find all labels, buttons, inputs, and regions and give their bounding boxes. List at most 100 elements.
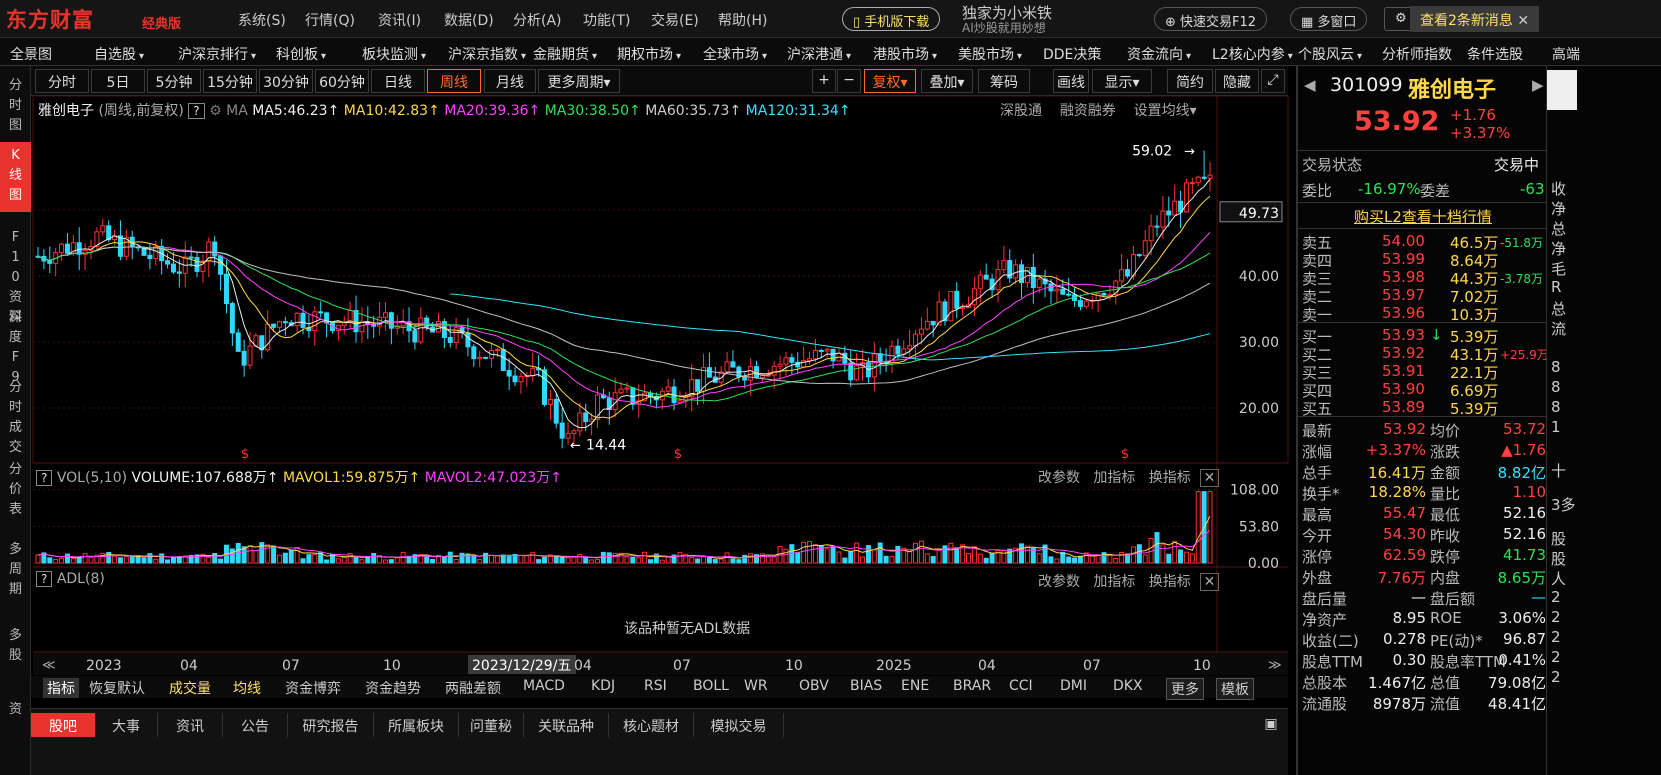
candle [541, 369, 547, 405]
close-icon[interactable]: ✕ [1199, 573, 1220, 591]
indicator-tab[interactable]: BIAS [850, 678, 882, 694]
stock-price: 53.92 [1354, 106, 1440, 137]
volume-bar [642, 551, 648, 564]
bottom-tab[interactable]: 大事 [95, 713, 158, 737]
indicator-tab[interactable]: DKX [1113, 678, 1143, 694]
next-stock-icon[interactable]: ▶ [1532, 76, 1544, 94]
bottom-tab[interactable]: 研究报告 [288, 713, 374, 737]
adl-add-indicator-button[interactable]: 加指标 [1093, 574, 1135, 590]
nav-item[interactable]: 个股风云 ▾ [1298, 44, 1362, 64]
bottom-tab[interactable]: 核心题材 [609, 713, 694, 737]
clipped-text: 2 [1551, 588, 1561, 606]
vol-params-button[interactable]: 改参数 [1038, 470, 1080, 486]
help-icon[interactable]: ? [36, 571, 53, 587]
volume-bar [341, 556, 347, 564]
adl-switch-indicator-button[interactable]: 换指标 [1149, 574, 1191, 590]
volume-bar [594, 558, 600, 564]
volume-bar [394, 557, 400, 564]
gear-icon[interactable]: ⚙ [209, 103, 222, 119]
volume-bar [88, 557, 94, 564]
indicator-tab[interactable]: RSI [644, 678, 667, 694]
panel-toggle[interactable] [1547, 70, 1577, 110]
help-icon[interactable]: ? [36, 470, 53, 486]
indicator-tab[interactable]: MACD [523, 678, 565, 694]
indicator-tab[interactable]: 资金博弈 [285, 678, 341, 698]
candle [418, 317, 424, 343]
candle [465, 332, 471, 348]
volume-bar [506, 556, 512, 564]
volume-bar [1095, 554, 1101, 564]
indicator-tab[interactable]: ENE [901, 678, 929, 694]
indicator-tab[interactable]: 成交量 [169, 678, 211, 698]
candle [412, 330, 418, 343]
nav-item[interactable]: 高端 [1552, 44, 1580, 64]
indicator-tab[interactable]: 指标 [43, 678, 79, 698]
orderbook-price: 54.00 [1382, 232, 1425, 250]
bottom-tab[interactable]: 资讯 [158, 713, 223, 737]
orderbook-change: -51.8万 [1500, 236, 1544, 250]
set-ma-button[interactable]: 设置均线 [1134, 103, 1190, 119]
indicator-tab[interactable]: 模板 [1216, 678, 1254, 700]
stat-value: 41.73 [1503, 546, 1546, 564]
indicator-tab[interactable]: WR [744, 678, 768, 694]
indicator-tab[interactable]: 恢复默认 [89, 678, 145, 698]
volume-bar [488, 554, 494, 564]
volume-bar [748, 553, 754, 564]
indicator-tab[interactable]: DMI [1060, 678, 1087, 694]
bottom-tab[interactable]: 所属板块 [374, 713, 459, 737]
volume-bar [865, 545, 871, 564]
quote-panel: ◀ 301099 雅创电子 ▶ 53.92 +1.76 +3.37% 交易状态 … [1296, 66, 1549, 775]
adl-params-button[interactable]: 改参数 [1038, 574, 1080, 590]
bottom-tab[interactable]: 关联品种 [524, 713, 609, 737]
indicator-tab[interactable]: BRAR [953, 678, 991, 694]
close-icon[interactable]: ✕ [1199, 469, 1220, 487]
news-notice-button[interactable]: 查看2条新消息 ✕ [1410, 6, 1540, 32]
prev-stock-icon[interactable]: ◀ [1304, 76, 1316, 94]
indicator-tab[interactable]: CCI [1009, 678, 1033, 694]
nav-item[interactable]: 条件选股 [1467, 44, 1523, 64]
help-icon[interactable]: ? [188, 103, 205, 119]
vol-switch-indicator-button[interactable]: 换指标 [1149, 470, 1191, 486]
indicator-tab[interactable]: 更多 [1166, 678, 1204, 700]
candle [665, 386, 671, 392]
volume-bar [382, 559, 388, 564]
candle [547, 398, 553, 405]
vol-axis-label: 108.00 [1230, 483, 1279, 499]
ma-line [450, 293, 1211, 361]
volume-bar [300, 558, 306, 564]
bottom-tab[interactable]: 问董秘 [459, 713, 524, 737]
indicator-tab[interactable]: OBV [799, 678, 829, 694]
stat-value: 54.30 [1383, 525, 1426, 543]
scroll-left-icon[interactable]: ≪ [42, 658, 56, 673]
link-margin[interactable]: 融资融券 [1060, 103, 1116, 119]
indicator-tab[interactable]: 均线 [233, 678, 261, 698]
buy-l2-link[interactable]: 购买L2查看十档行情 [1354, 206, 1492, 227]
stat-label: 最低 [1430, 506, 1461, 524]
scroll-right-icon[interactable]: ≫ [1268, 658, 1282, 673]
time-axis-label: 07 [1083, 658, 1101, 674]
clipped-text: 2 [1551, 668, 1561, 686]
bottom-tab[interactable]: 公告 [223, 713, 288, 737]
volume-bar [123, 556, 129, 564]
candle [565, 432, 571, 439]
indicator-tab[interactable]: BOLL [693, 678, 729, 694]
bottom-tab[interactable]: 模拟交易 [694, 713, 784, 737]
volume-bar [1207, 491, 1213, 564]
stat-value: 7.76万 [1377, 569, 1426, 587]
vol-add-indicator-button[interactable]: 加指标 [1093, 470, 1135, 486]
indicator-tab[interactable]: 资金趋势 [365, 678, 421, 698]
volume-bar [1077, 555, 1083, 564]
volume-bar [600, 551, 606, 564]
vol-axis-label: 0.00 [1248, 556, 1279, 572]
multi-window-button[interactable]: ▦ 多窗口 [1290, 7, 1368, 31]
volume-bar [306, 554, 312, 564]
stat-label: 昨收 [1430, 527, 1461, 545]
indicator-tab[interactable]: 两融差额 [445, 678, 501, 698]
nav-item[interactable]: 分析师指数 [1382, 44, 1452, 64]
ma-label: MA [226, 103, 248, 119]
link-szt[interactable]: 深股通 [1000, 103, 1042, 119]
candle [824, 348, 830, 352]
indicator-tab[interactable]: KDJ [591, 678, 615, 694]
expand-icon[interactable]: ▣ [1261, 713, 1281, 737]
bottom-tab[interactable]: 股吧 [31, 713, 95, 737]
